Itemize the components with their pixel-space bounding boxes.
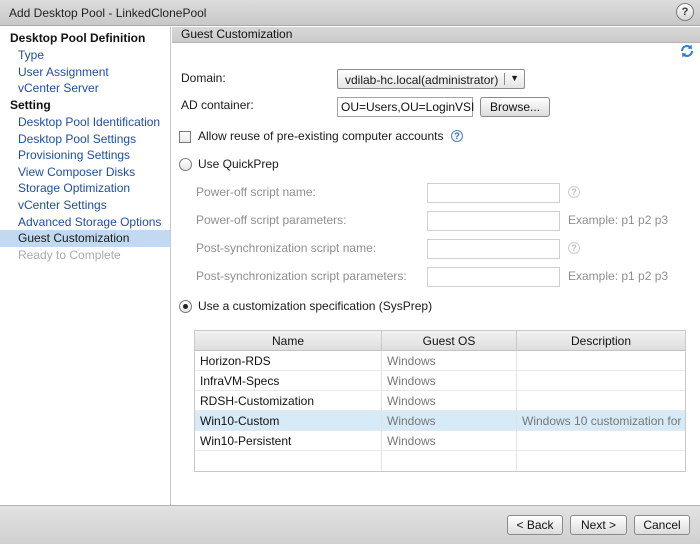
dropdown-separator bbox=[504, 73, 505, 85]
postsync-script-name-label: Post-synchronization script name: bbox=[196, 241, 377, 255]
sidebar-item-desktop-pool-identification[interactable]: Desktop Pool Identification bbox=[0, 114, 170, 131]
table-header: Name Guest OS Description bbox=[195, 331, 685, 351]
cell-name: Horizon-RDS bbox=[195, 351, 382, 371]
cancel-button[interactable]: Cancel bbox=[634, 515, 690, 535]
cell-description bbox=[517, 451, 685, 471]
sidebar-section-desktop-pool-definition: Desktop Pool Definition bbox=[10, 31, 146, 45]
section-header: Guest Customization bbox=[172, 27, 700, 43]
cell-guest-os: Windows bbox=[382, 431, 517, 451]
cell-name bbox=[195, 451, 382, 471]
sidebar-item-view-composer-disks[interactable]: View Composer Disks bbox=[0, 164, 170, 181]
cell-name: Win10-Custom bbox=[195, 411, 382, 431]
table-row-empty bbox=[195, 451, 685, 471]
cell-guest-os: Windows bbox=[382, 351, 517, 371]
table-row[interactable]: RDSH-Customization Windows bbox=[195, 391, 685, 411]
refresh-icon[interactable] bbox=[679, 43, 695, 59]
cell-description bbox=[517, 371, 685, 391]
cell-description: Windows 10 customization for bbox=[522, 414, 682, 428]
main-panel: Guest Customization Domain: vdilab-hc.lo… bbox=[172, 27, 700, 505]
poweroff-script-params-label: Power-off script parameters: bbox=[196, 213, 347, 227]
sidebar-item-type[interactable]: Type bbox=[0, 47, 170, 64]
cell-guest-os: Windows bbox=[382, 411, 517, 431]
column-header-guest-os[interactable]: Guest OS bbox=[382, 331, 517, 351]
poweroff-params-hint: Example: p1 p2 p3 bbox=[568, 213, 669, 227]
domain-value: vdilab-hc.local(administrator) bbox=[345, 73, 499, 87]
help-circle-icon: ? bbox=[568, 186, 580, 198]
cell-description bbox=[517, 391, 685, 411]
sidebar-item-advanced-storage-options[interactable]: Advanced Storage Options bbox=[0, 214, 170, 231]
column-header-description[interactable]: Description bbox=[517, 331, 685, 351]
sidebar-item-vcenter-settings[interactable]: vCenter Settings bbox=[0, 197, 170, 214]
postsync-script-params-input[interactable] bbox=[427, 267, 560, 287]
ad-container-input[interactable]: OU=Users,OU=LoginVSI bbox=[337, 97, 474, 117]
wizard-footer: < Back Next > Cancel bbox=[0, 505, 700, 544]
wizard-sidebar: Desktop Pool Definition Type User Assign… bbox=[0, 27, 171, 505]
help-circle-icon: ? bbox=[568, 242, 580, 254]
allow-reuse-checkbox[interactable] bbox=[179, 131, 191, 143]
sidebar-item-provisioning-settings[interactable]: Provisioning Settings bbox=[0, 147, 170, 164]
domain-dropdown[interactable]: vdilab-hc.local(administrator) ▼ bbox=[337, 69, 525, 89]
help-button[interactable]: ? bbox=[676, 3, 694, 21]
table-row[interactable]: Horizon-RDS Windows bbox=[195, 351, 685, 371]
cell-name: RDSH-Customization bbox=[195, 391, 382, 411]
quickprep-radio[interactable] bbox=[179, 158, 192, 171]
cell-description bbox=[517, 351, 685, 371]
poweroff-script-name-input[interactable] bbox=[427, 183, 560, 203]
ad-container-label: AD container: bbox=[181, 98, 254, 112]
poweroff-script-params-input[interactable] bbox=[427, 211, 560, 231]
allow-reuse-label: Allow reuse of pre-existing computer acc… bbox=[198, 129, 444, 143]
sidebar-item-guest-customization[interactable]: Guest Customization bbox=[0, 230, 170, 247]
column-header-name[interactable]: Name bbox=[195, 331, 382, 351]
sysprep-radio[interactable] bbox=[179, 300, 192, 313]
window-titlebar: Add Desktop Pool - LinkedClonePool ? bbox=[0, 0, 700, 26]
cell-description bbox=[517, 431, 685, 451]
sidebar-item-vcenter-server[interactable]: vCenter Server bbox=[0, 80, 170, 97]
table-row[interactable]: Win10-Persistent Windows bbox=[195, 431, 685, 451]
cell-name: Win10-Persistent bbox=[195, 431, 382, 451]
table-row[interactable]: InfraVM-Specs Windows bbox=[195, 371, 685, 391]
sidebar-item-user-assignment[interactable]: User Assignment bbox=[0, 64, 170, 81]
window-title: Add Desktop Pool - LinkedClonePool bbox=[9, 6, 207, 20]
cell-guest-os: Windows bbox=[382, 371, 517, 391]
cell-guest-os bbox=[382, 451, 517, 471]
sidebar-item-desktop-pool-settings[interactable]: Desktop Pool Settings bbox=[0, 131, 170, 148]
postsync-script-name-input[interactable] bbox=[427, 239, 560, 259]
customization-spec-table: Name Guest OS Description Horizon-RDS Wi… bbox=[194, 330, 686, 472]
help-circle-icon[interactable]: ? bbox=[451, 130, 463, 142]
domain-label: Domain: bbox=[181, 71, 226, 85]
sidebar-section-setting: Setting bbox=[10, 98, 51, 112]
back-button[interactable]: < Back bbox=[507, 515, 563, 535]
browse-button[interactable]: Browse... bbox=[480, 97, 550, 117]
sidebar-item-ready-to-complete: Ready to Complete bbox=[18, 248, 121, 262]
next-button[interactable]: Next > bbox=[570, 515, 627, 535]
poweroff-script-name-label: Power-off script name: bbox=[196, 185, 316, 199]
chevron-down-icon: ▼ bbox=[510, 73, 519, 83]
quickprep-label: Use QuickPrep bbox=[198, 157, 279, 171]
cell-guest-os: Windows bbox=[382, 391, 517, 411]
table-row-selected[interactable]: Win10-Custom Windows Windows 10 customiz… bbox=[195, 411, 685, 431]
sidebar-item-storage-optimization[interactable]: Storage Optimization bbox=[0, 180, 170, 197]
postsync-script-params-label: Post-synchronization script parameters: bbox=[196, 269, 407, 283]
sysprep-label: Use a customization specification (SysPr… bbox=[198, 299, 433, 313]
cell-name: InfraVM-Specs bbox=[195, 371, 382, 391]
postsync-params-hint: Example: p1 p2 p3 bbox=[568, 269, 669, 283]
